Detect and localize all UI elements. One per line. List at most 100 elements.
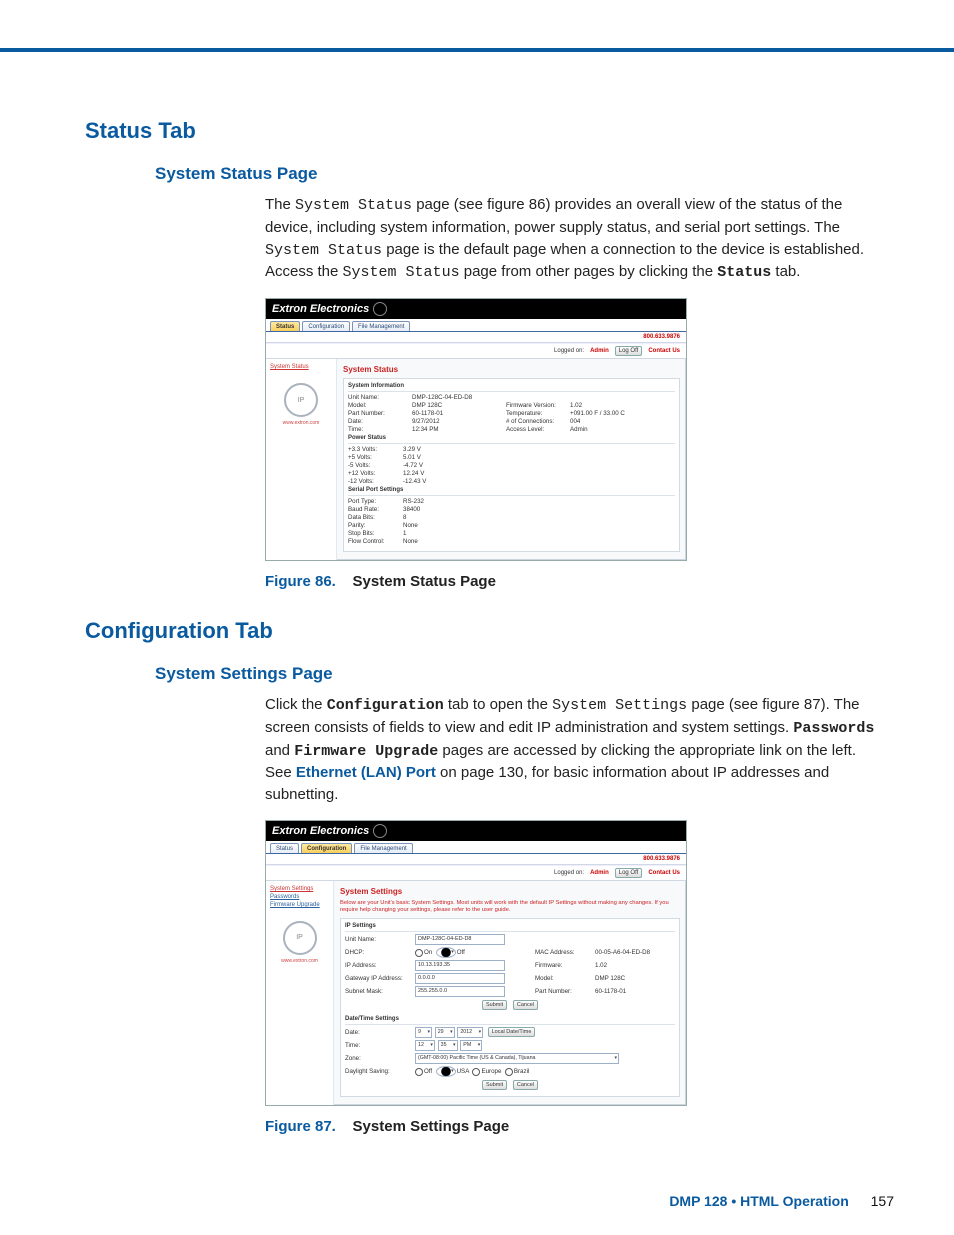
gateway-input[interactable]: 0.0.0.0	[415, 973, 505, 984]
dst-br-radio[interactable]	[505, 1068, 513, 1076]
date-day-select[interactable]: 29	[435, 1027, 455, 1038]
brand-logo-icon	[373, 302, 387, 316]
tab-status[interactable]: Status	[270, 321, 300, 331]
window-subheader-2: Logged on: Admin Log Off Contact Us	[266, 865, 686, 881]
nav-system-settings[interactable]: System Settings	[270, 885, 329, 893]
v-ptype: RS-232	[403, 498, 463, 505]
dhcp-on-radio[interactable]	[415, 949, 423, 957]
k-m12: -12 Volts:	[348, 478, 403, 485]
k-zone: Zone:	[345, 1055, 415, 1062]
tab-file-management[interactable]: File Management	[352, 321, 410, 331]
dhcp-off-label: Off	[457, 949, 465, 956]
dst-eu-label: Europe	[481, 1068, 501, 1075]
k-unit-name: Unit Name:	[348, 394, 408, 401]
date-year-select[interactable]: 2012	[457, 1027, 483, 1038]
side-logo: IP www.extron.com	[270, 383, 332, 426]
section-serial-port: Serial Port Settings	[348, 485, 675, 496]
link-ethernet-lan-port[interactable]: Ethernet (LAN) Port	[296, 764, 436, 781]
v-baud: 38400	[403, 506, 463, 513]
local-date-time-button[interactable]: Local Date/Time	[488, 1027, 536, 1037]
logged-on-label: Logged on:	[554, 348, 584, 354]
v-p12: 12.24 V	[403, 470, 463, 477]
dhcp-off-radio[interactable]	[436, 947, 456, 958]
nav-system-status[interactable]: System Status	[270, 363, 332, 371]
code-system-status-2: System Status	[265, 242, 382, 259]
nav-passwords[interactable]: Passwords	[270, 893, 329, 901]
k-subnet: Subnet Mask:	[345, 988, 415, 995]
text: tab.	[775, 263, 800, 280]
paragraph-status: The System Status page (see figure 86) p…	[265, 194, 884, 284]
tab-status[interactable]: Status	[270, 843, 299, 853]
code-system-settings: System Settings	[552, 697, 687, 714]
heading-system-settings-page: System Settings Page	[155, 664, 894, 684]
v-fw: 1.02	[570, 402, 640, 409]
window-subheader: 800.633.9876	[266, 854, 686, 865]
v-m5: -4.72 V	[403, 462, 463, 469]
text: Click the	[265, 696, 327, 713]
power-grid: +3.3 Volts:3.29 V +5 Volts:5.01 V -5 Vol…	[348, 446, 675, 485]
logoff-button[interactable]: Log Off	[615, 868, 643, 878]
tab-file-management[interactable]: File Management	[354, 843, 412, 853]
unit-name-input[interactable]: DMP-128C-04-ED-D8	[415, 934, 505, 945]
subnet-input[interactable]: 255.255.0.0	[415, 986, 505, 997]
dst-off-label: Off	[424, 1068, 432, 1075]
figure-87-number: Figure 87.	[265, 1118, 336, 1135]
side-url[interactable]: www.extron.com	[270, 958, 329, 964]
bold-firmware-upgrade: Firmware Upgrade	[294, 743, 438, 760]
k-dbits: Data Bits:	[348, 514, 403, 521]
v-part: 60-1178-01	[595, 988, 675, 995]
dst-eu-radio[interactable]	[472, 1068, 480, 1076]
page-content: Status Tab System Status Page The System…	[0, 60, 954, 1215]
dt-submit-button[interactable]: Submit	[482, 1080, 507, 1090]
v-dbits: 8	[403, 514, 463, 521]
figure-87-screenshot: Extron Electronics Status Configuration …	[265, 820, 687, 1106]
time-minute-select[interactable]: 35	[438, 1040, 458, 1051]
k-fw: Firmware Version:	[506, 402, 566, 409]
dst-usa-radio[interactable]	[436, 1066, 456, 1077]
v-p33: 3.29 V	[403, 446, 463, 453]
ip-submit-button[interactable]: Submit	[482, 1000, 507, 1010]
k-time: Time:	[348, 426, 408, 433]
dst-off-radio[interactable]	[415, 1068, 423, 1076]
k-model: Model:	[535, 975, 595, 982]
figure-86-title: System Status Page	[353, 573, 496, 590]
section-date-time: Date/Time Settings	[345, 1014, 675, 1025]
logoff-button[interactable]: Log Off	[615, 346, 643, 356]
time-hour-select[interactable]: 12	[415, 1040, 435, 1051]
dt-cancel-button[interactable]: Cancel	[513, 1080, 538, 1090]
brand-text: Extron Electronics	[272, 303, 369, 315]
k-sbits: Stop Bits:	[348, 530, 403, 537]
side-nav: System Settings Passwords Firmware Upgra…	[266, 881, 334, 1105]
v-flow: None	[403, 538, 463, 545]
text: and	[265, 742, 294, 759]
logged-on-role: Admin	[590, 870, 609, 876]
nav-firmware-upgrade[interactable]: Firmware Upgrade	[270, 901, 329, 909]
zone-select[interactable]: (GMT-08:00) Pacific Time (US & Canada), …	[415, 1053, 619, 1064]
tab-configuration[interactable]: Configuration	[302, 321, 350, 331]
side-logo: IP www.extron.com	[270, 921, 329, 964]
date-month-select[interactable]: 9	[415, 1027, 432, 1038]
v-parity: None	[403, 522, 463, 529]
k-part: Part Number:	[348, 410, 408, 417]
ip-cancel-button[interactable]: Cancel	[513, 1000, 538, 1010]
tab-configuration[interactable]: Configuration	[301, 843, 352, 853]
k-ptype: Port Type:	[348, 498, 403, 505]
contact-us-link[interactable]: Contact Us	[648, 348, 680, 354]
side-url[interactable]: www.extron.com	[270, 420, 332, 426]
v-sbits: 1	[403, 530, 463, 537]
k-baud: Baud Rate:	[348, 506, 403, 513]
serial-grid: Port Type:RS-232 Baud Rate:38400 Data Bi…	[348, 498, 675, 545]
v-conn: 004	[570, 418, 640, 425]
logged-on-label: Logged on:	[554, 870, 584, 876]
time-ampm-select[interactable]: PM	[460, 1040, 482, 1051]
contact-us-link[interactable]: Contact Us	[648, 870, 680, 876]
v-mac: 00-05-A6-04-ED-D8	[595, 949, 675, 956]
ip-address-input[interactable]: 10.13.193.35	[415, 960, 505, 971]
text: The	[265, 196, 295, 213]
dst-br-label: Brazil	[514, 1068, 529, 1075]
k-part: Part Number:	[535, 988, 595, 995]
k-date: Date:	[345, 1029, 415, 1036]
v-model: DMP 128C	[595, 975, 675, 982]
v-fw: 1.02	[595, 962, 675, 969]
v-part: 60-1178-01	[412, 410, 482, 417]
